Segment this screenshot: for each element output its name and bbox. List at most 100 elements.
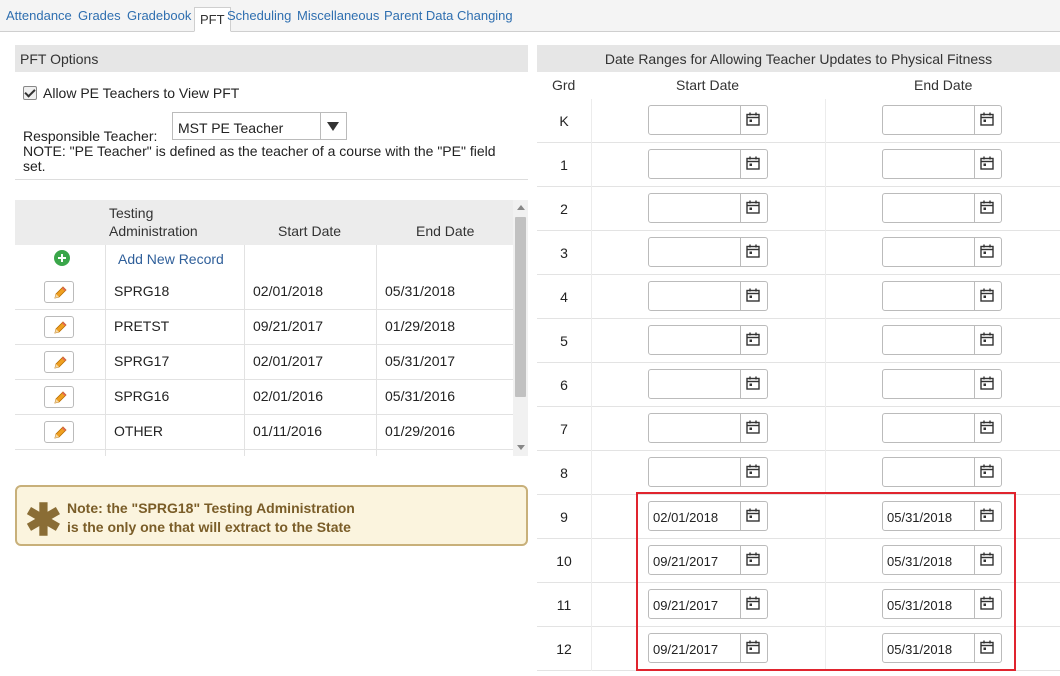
testing-admin-grid: Testing Administration Start Date End Da… xyxy=(15,200,513,456)
calendar-icon[interactable] xyxy=(974,150,1001,178)
table-row[interactable]: SPRG17 02/01/2017 05/31/2017 xyxy=(15,345,513,380)
start-date-input[interactable] xyxy=(648,413,768,443)
extract-note-box: ✱ Note: the "SPRG18" Testing Administrat… xyxy=(15,485,528,546)
col-header-end-date[interactable]: End Date xyxy=(416,223,474,239)
grade-range-row: 1 xyxy=(537,143,1060,187)
calendar-icon[interactable] xyxy=(740,326,767,354)
calendar-icon[interactable] xyxy=(974,458,1001,486)
cell-admin: OTHER xyxy=(114,423,163,439)
divider xyxy=(15,179,528,180)
scroll-up-icon[interactable] xyxy=(517,205,525,210)
calendar-icon[interactable] xyxy=(974,106,1001,134)
col-header-range-start: Start Date xyxy=(676,77,740,93)
chevron-down-icon[interactable] xyxy=(320,113,346,139)
calendar-icon[interactable] xyxy=(974,326,1001,354)
grade-range-row: 5 xyxy=(537,319,1060,363)
add-record-icon[interactable] xyxy=(54,250,70,266)
row-divider xyxy=(591,539,592,583)
calendar-icon[interactable] xyxy=(974,282,1001,310)
end-date-input[interactable] xyxy=(882,413,1002,443)
calendar-icon[interactable] xyxy=(974,414,1001,442)
row-divider xyxy=(591,99,592,143)
row-divider xyxy=(591,187,592,231)
tab-grades[interactable]: Grades xyxy=(78,8,121,23)
table-row[interactable]: OTHER 01/11/2016 01/29/2016 xyxy=(15,415,513,450)
calendar-icon[interactable] xyxy=(740,370,767,398)
calendar-icon[interactable] xyxy=(740,414,767,442)
extract-note-line2: is the only one that will extract to the… xyxy=(67,519,351,535)
table-row[interactable]: PRETST 09/21/2017 01/29/2018 xyxy=(15,310,513,345)
end-date-input[interactable] xyxy=(882,457,1002,487)
calendar-icon[interactable] xyxy=(974,370,1001,398)
tab-scheduling[interactable]: Scheduling xyxy=(227,8,291,23)
tab-pft[interactable]: PFT xyxy=(194,7,231,32)
calendar-icon[interactable] xyxy=(740,106,767,134)
row-divider xyxy=(825,143,826,187)
tab-parent-data-changing[interactable]: Parent Data Changing xyxy=(384,8,513,23)
table-row[interactable]: SPRG16 02/01/2016 05/31/2016 xyxy=(15,380,513,415)
start-date-input[interactable] xyxy=(648,457,768,487)
row-divider xyxy=(591,583,592,627)
row-divider xyxy=(825,275,826,319)
cell-end-date: 05/31/2017 xyxy=(385,353,456,369)
end-date-input[interactable] xyxy=(882,193,1002,223)
calendar-icon[interactable] xyxy=(740,458,767,486)
grade-range-row: 3 xyxy=(537,231,1060,275)
end-date-input[interactable] xyxy=(882,369,1002,399)
grade-label: 3 xyxy=(560,245,568,261)
calendar-icon[interactable] xyxy=(974,194,1001,222)
calendar-icon[interactable] xyxy=(974,238,1001,266)
edit-record-button[interactable] xyxy=(44,316,74,338)
row-divider xyxy=(825,363,826,407)
row-divider xyxy=(825,407,826,451)
extract-note-line1: Note: the "SPRG18" Testing Administratio… xyxy=(67,500,355,516)
start-date-input[interactable] xyxy=(648,369,768,399)
edit-record-button[interactable] xyxy=(44,421,74,443)
responsible-teacher-select[interactable]: MST PE Teacher xyxy=(172,112,347,140)
start-date-input[interactable] xyxy=(648,281,768,311)
table-row xyxy=(15,450,513,456)
cell-end-date: 05/31/2018 xyxy=(385,283,456,299)
edit-record-button[interactable] xyxy=(44,386,74,408)
pe-teacher-note: NOTE: "PE Teacher" is defined as the tea… xyxy=(23,143,496,174)
col-header-grade: Grd xyxy=(552,77,576,93)
grade-label: 7 xyxy=(560,421,568,437)
cell-end-date: 01/29/2018 xyxy=(385,318,456,334)
start-date-input[interactable] xyxy=(648,193,768,223)
tab-attendance[interactable]: Attendance xyxy=(6,8,72,23)
start-date-input[interactable] xyxy=(648,325,768,355)
calendar-icon[interactable] xyxy=(740,194,767,222)
grade-range-row: 4 xyxy=(537,275,1060,319)
end-date-input[interactable] xyxy=(882,325,1002,355)
allow-pe-teachers-row[interactable]: Allow PE Teachers to View PFT xyxy=(23,85,239,101)
add-new-record-link[interactable]: Add New Record xyxy=(118,251,224,267)
end-date-input[interactable] xyxy=(882,237,1002,267)
edit-record-button[interactable] xyxy=(44,281,74,303)
tab-gradebook[interactable]: Gradebook xyxy=(127,8,191,23)
calendar-icon[interactable] xyxy=(740,150,767,178)
allow-pe-teachers-checkbox[interactable] xyxy=(23,86,37,100)
row-divider xyxy=(591,319,592,363)
calendar-icon[interactable] xyxy=(740,282,767,310)
calendar-icon[interactable] xyxy=(740,238,767,266)
scroll-thumb[interactable] xyxy=(515,217,526,397)
start-date-input[interactable] xyxy=(648,149,768,179)
grid-scrollbar[interactable] xyxy=(513,200,528,456)
start-date-input[interactable] xyxy=(648,105,768,135)
grade-label: 8 xyxy=(560,465,568,481)
tab-miscellaneous[interactable]: Miscellaneous xyxy=(297,8,379,23)
edit-record-button[interactable] xyxy=(44,351,74,373)
scroll-down-icon[interactable] xyxy=(517,445,525,450)
end-date-input[interactable] xyxy=(882,105,1002,135)
row-divider xyxy=(825,319,826,363)
asterisk-icon: ✱ xyxy=(25,496,62,545)
grade-label: K xyxy=(559,113,569,129)
grade-label: 4 xyxy=(560,289,568,305)
end-date-input[interactable] xyxy=(882,149,1002,179)
table-row[interactable]: SPRG18 02/01/2018 05/31/2018 xyxy=(15,275,513,310)
pft-options-header: PFT Options xyxy=(15,45,528,72)
end-date-input[interactable] xyxy=(882,281,1002,311)
highlight-box xyxy=(636,492,1016,671)
start-date-input[interactable] xyxy=(648,237,768,267)
col-header-start-date[interactable]: Start Date xyxy=(278,223,341,239)
